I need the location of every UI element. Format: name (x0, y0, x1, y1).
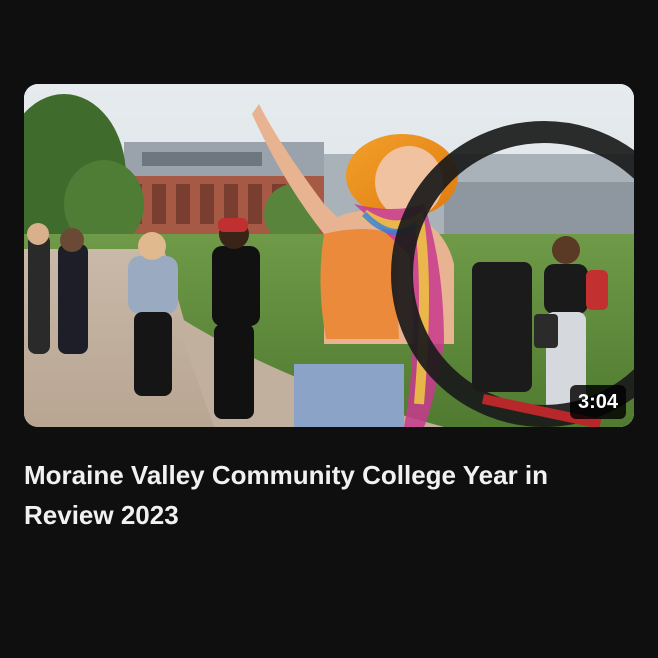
video-thumbnail[interactable]: 3:04 (24, 84, 634, 427)
video-card[interactable]: 3:04 Moraine Valley Community College Ye… (24, 84, 634, 535)
video-title[interactable]: Moraine Valley Community College Year in… (24, 455, 624, 535)
thumbnail-image (24, 84, 634, 427)
duration-badge: 3:04 (569, 385, 626, 419)
